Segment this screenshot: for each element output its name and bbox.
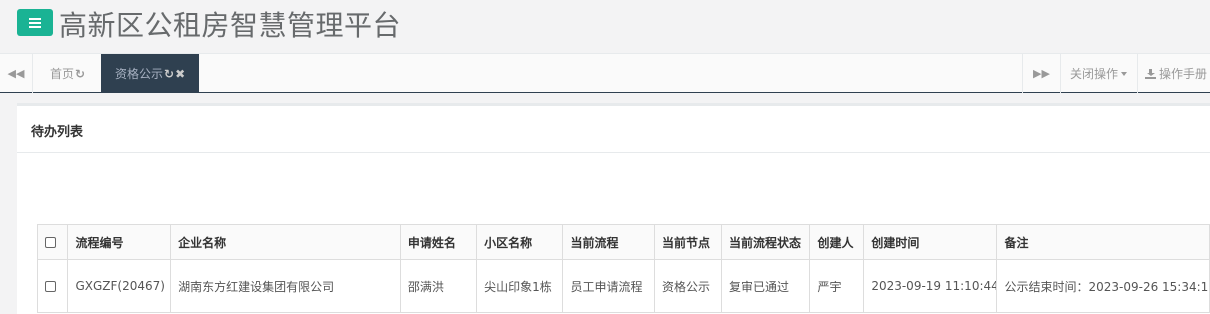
table-cell: 严宇 (809, 259, 865, 313)
tab-home[interactable]: 首页 ↻ (33, 54, 101, 93)
tab-label: 资格公示 (115, 67, 164, 81)
divider (17, 152, 1210, 153)
column-header[interactable]: 创建时间 (863, 224, 998, 260)
column-header[interactable]: 当前流程状态 (721, 224, 811, 260)
manual-label: 操作手册 (1159, 67, 1208, 81)
table-cell: 资格公示 (653, 259, 723, 313)
hamburger-icon (29, 17, 41, 28)
caret-down-icon (1121, 71, 1128, 76)
app-header: 高新区公租房智慧管理平台 (0, 0, 1210, 53)
menu-toggle-button[interactable] (17, 9, 53, 36)
table-cell: 邵满洪 (399, 259, 478, 313)
close-icon[interactable]: ✖ (175, 67, 185, 81)
tab-scroll-left-button[interactable]: ◀◀ (0, 54, 33, 93)
column-header[interactable]: 当前节点 (653, 224, 723, 260)
tab-label: 首页 (50, 67, 75, 81)
table-cell: 公示结束时间：2023-09-26 15:34:16 (996, 259, 1210, 313)
row-checkbox[interactable] (45, 281, 56, 292)
table-cell: 复审已通过 (721, 259, 811, 313)
app-title: 高新区公租房智慧管理平台 (59, 9, 402, 42)
tab-scroll-right-button[interactable]: ▶▶ (1022, 54, 1060, 93)
download-icon (1145, 68, 1156, 79)
tab-bar: ◀◀ 首页 ↻ 资格公示 ↻ ✖ ▶▶ 关闭操作 操作手册 (0, 53, 1210, 93)
tab-qualification-notice[interactable]: 资格公示 ↻ ✖ (101, 54, 199, 93)
column-header[interactable]: 当前流程 (562, 224, 655, 260)
select-all-checkbox[interactable] (45, 237, 56, 248)
close-operations-label: 关闭操作 (1070, 67, 1119, 81)
column-header[interactable]: 流程编号 (67, 224, 172, 260)
column-header[interactable]: 创建人 (809, 224, 865, 260)
forward-icon: ▶▶ (1033, 67, 1050, 80)
table-header-row: 流程编号 企业名称 申请姓名 小区名称 当前流程 当前节点 当前流程状态 创建人… (36, 224, 1210, 260)
table-cell: GXGZF(20467) (67, 259, 172, 313)
column-header[interactable]: 企业名称 (170, 224, 401, 260)
table-cell: 2023-09-19 11:10:44 (863, 259, 998, 313)
refresh-icon[interactable]: ↻ (75, 67, 85, 81)
refresh-icon[interactable]: ↻ (164, 67, 174, 81)
panel-title: 待办列表 (31, 125, 84, 140)
table-cell: 尖山印象1栋 (476, 259, 564, 313)
table-cell: 员工申请流程 (562, 259, 655, 313)
close-operations-dropdown[interactable]: 关闭操作 (1060, 54, 1137, 93)
table-cell: 湖南东方红建设集团有限公司 (170, 259, 401, 313)
table-row[interactable]: GXGZF(20467) 湖南东方红建设集团有限公司 邵满洪 尖山印象1栋 员工… (36, 259, 1210, 313)
column-header[interactable]: 备注 (996, 224, 1210, 260)
manual-button[interactable]: 操作手册 (1137, 54, 1210, 93)
content-panel: 待办列表 流程编号 企业名称 申请姓名 小区名称 当前流程 当前节点 当前流程状… (17, 103, 1210, 314)
select-all-cell (36, 224, 69, 260)
backward-icon: ◀◀ (7, 67, 25, 80)
todo-table: 流程编号 企业名称 申请姓名 小区名称 当前流程 当前节点 当前流程状态 创建人… (36, 224, 1210, 313)
column-header[interactable]: 申请姓名 (399, 224, 478, 260)
row-select-cell (36, 259, 69, 313)
column-header[interactable]: 小区名称 (476, 224, 564, 260)
